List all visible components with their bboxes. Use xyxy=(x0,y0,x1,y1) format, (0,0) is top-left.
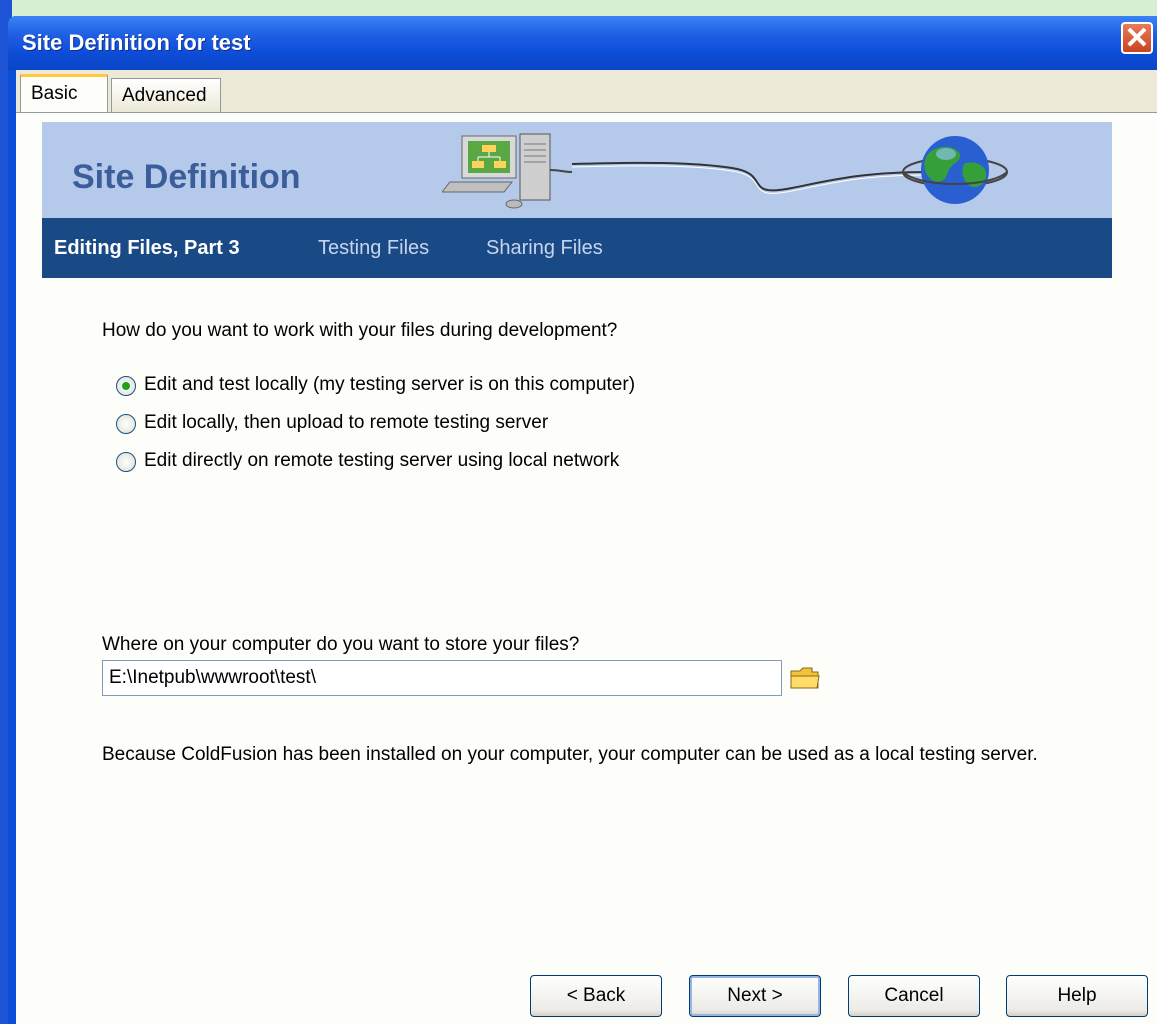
radio-button[interactable] xyxy=(116,414,136,434)
next-button[interactable]: Next > xyxy=(689,975,821,1017)
step-testing-files: Testing Files xyxy=(318,237,430,259)
tab-advanced[interactable]: Advanced xyxy=(111,78,221,112)
folder-icon[interactable] xyxy=(790,666,820,690)
local-folder-input[interactable] xyxy=(102,660,782,696)
tab-basic-label: Basic xyxy=(31,83,78,104)
site-definition-dialog: Site Definition for test ✕ Basic Advance… xyxy=(8,16,1157,1024)
option-label: Edit directly on remote testing server u… xyxy=(144,450,620,471)
tab-basic[interactable]: Basic xyxy=(20,74,108,112)
coldfusion-note: Because ColdFusion has been installed on… xyxy=(102,744,1038,765)
cable-line xyxy=(572,161,932,194)
back-button[interactable]: < Back xyxy=(530,975,662,1017)
step-sharing-files: Sharing Files xyxy=(486,237,603,259)
title-bar[interactable]: Site Definition for test ✕ xyxy=(8,16,1157,70)
cancel-button[interactable]: Cancel xyxy=(848,975,980,1017)
tab-advanced-label: Advanced xyxy=(122,85,207,106)
step-editing-files: Editing Files, Part 3 xyxy=(54,237,240,259)
radio-button[interactable] xyxy=(116,452,136,472)
radio-button-selected[interactable] xyxy=(116,376,136,396)
help-button[interactable]: Help xyxy=(1006,975,1148,1017)
close-button[interactable]: ✕ xyxy=(1121,22,1153,55)
tab-strip: Basic Advanced xyxy=(16,70,1157,113)
option-label: Edit and test locally (my testing server… xyxy=(144,374,636,395)
header-title: Site Definition xyxy=(72,158,301,196)
wizard-step-bar: Editing Files, Part 3 Testing Files Shar… xyxy=(42,218,1112,278)
storage-location-question: Where on your computer do you want to st… xyxy=(102,634,580,655)
option-label: Edit locally, then upload to remote test… xyxy=(144,412,549,433)
close-icon: ✕ xyxy=(1124,22,1150,55)
globe-icon xyxy=(902,136,1008,204)
computer-network-icon xyxy=(442,133,572,209)
work-mode-question: How do you want to work with your files … xyxy=(102,320,618,341)
wizard-header: Site Definition xyxy=(42,122,1112,218)
dialog-body: Basic Advanced Site Definition Editing F… xyxy=(16,70,1157,1024)
window-title: Site Definition for test xyxy=(22,30,251,55)
